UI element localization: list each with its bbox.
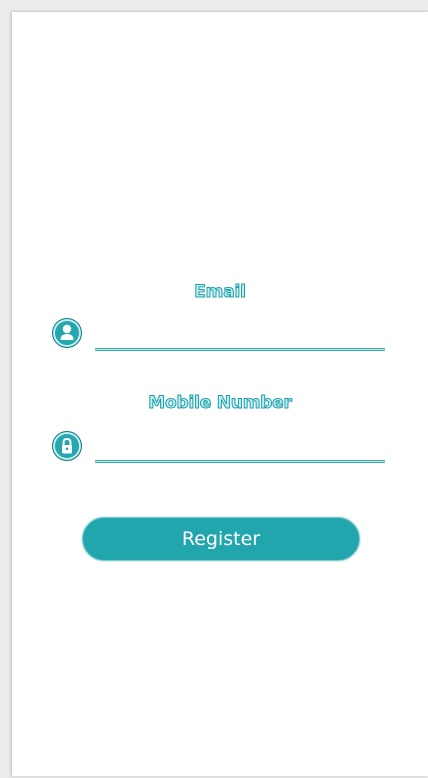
mobile-number-input[interactable]	[94, 439, 386, 461]
register-button[interactable]: Register	[82, 517, 360, 561]
email-underline	[95, 348, 385, 351]
email-input[interactable]	[94, 327, 386, 349]
mobile-number-underline	[95, 460, 385, 463]
app-screen: Email Mobile Number Register	[12, 12, 428, 776]
email-label: Email	[194, 282, 247, 303]
user-icon	[52, 318, 82, 348]
mobile-number-label: Mobile Number	[148, 393, 293, 414]
lock-icon	[52, 431, 82, 461]
